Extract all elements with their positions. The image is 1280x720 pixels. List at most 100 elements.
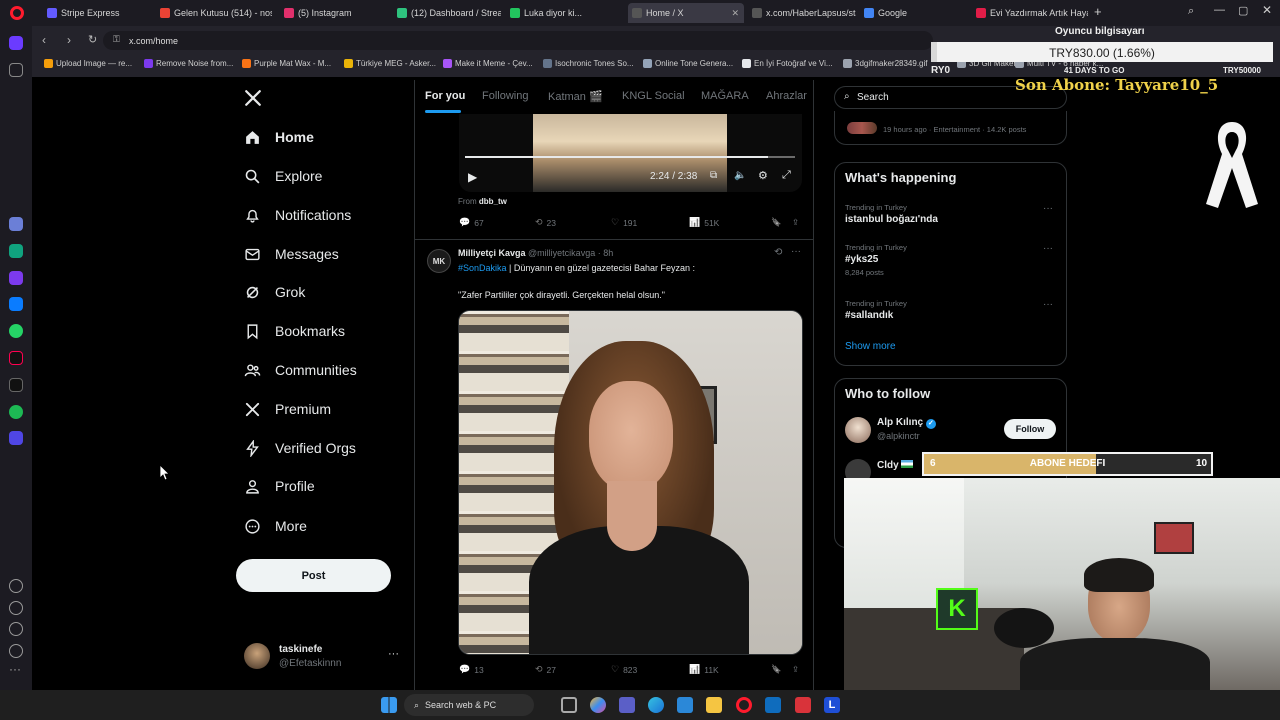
aria-icon[interactable] — [9, 217, 23, 231]
follow-name[interactable]: Cldy — [877, 460, 914, 471]
play-icon[interactable]: ▶ — [468, 170, 477, 184]
browser-tab[interactable]: Home / X ✕ — [628, 3, 744, 23]
search-tabs-icon[interactable]: ⌕ — [1188, 5, 1194, 18]
tweet-media-video[interactable] — [458, 310, 803, 655]
opera-taskbar-icon[interactable] — [736, 697, 752, 713]
feed-tab[interactable]: Katman 🎬 — [548, 90, 603, 103]
reply-button[interactable]: 💬 13 — [459, 664, 484, 675]
tips-icon[interactable] — [9, 644, 23, 658]
home-workspace-icon[interactable] — [9, 36, 23, 50]
trend-more-icon[interactable]: ··· — [1043, 299, 1053, 310]
task-view-icon[interactable] — [561, 697, 577, 713]
x-logo-icon[interactable] — [244, 89, 262, 107]
tweet-more-icon[interactable]: ··· — [791, 246, 801, 257]
browser-tab[interactable]: Evi Yazdırmak Artık Hayal — [972, 3, 1088, 23]
browser-tab[interactable]: Stripe Express — [43, 3, 151, 23]
views-button[interactable]: 📊 51K — [689, 217, 719, 228]
follow-avatar[interactable] — [845, 417, 871, 443]
bookmark-item[interactable]: Remove Noise from... — [144, 59, 233, 68]
like-button[interactable]: ♡ 823 — [611, 664, 637, 675]
nav-item-grok[interactable]: Grok — [244, 277, 305, 307]
bookmark-item[interactable]: Purple Mat Wax - M... — [242, 59, 331, 68]
messenger-icon[interactable] — [9, 297, 23, 311]
trend-more-icon[interactable]: ··· — [1043, 203, 1053, 214]
account-switcher[interactable]: taskinefe @Efetaskinnn ··· — [244, 643, 404, 673]
reply-button[interactable]: 💬 67 — [459, 217, 484, 228]
bookmark-item[interactable]: En İyi Fotoğraf ve Vi... — [742, 59, 833, 68]
bookmark-item[interactable]: Türkiye MEG - Asker... — [344, 59, 436, 68]
windows-start-icon[interactable] — [381, 697, 397, 713]
trend-item[interactable]: Trending in Turkey #sallandık ··· — [845, 299, 1057, 321]
bookmark-item[interactable]: Make it Meme - Çev... — [443, 59, 533, 68]
feed-tab[interactable]: Ahrazlar — [766, 90, 807, 102]
outlook-icon[interactable] — [765, 697, 781, 713]
like-button[interactable]: ♡ 191 — [611, 217, 637, 228]
share-icon[interactable]: ⇪ — [792, 217, 799, 228]
bookmark-item[interactable]: Upload Image — re... — [44, 59, 132, 68]
site-info-icon[interactable]: ⚿ — [113, 34, 120, 45]
opera-logo-icon[interactable] — [10, 6, 24, 20]
settings-gear-icon[interactable]: ⚙ — [758, 169, 768, 182]
back-icon[interactable]: ‹ — [42, 33, 46, 47]
chatgpt-icon[interactable] — [9, 244, 23, 258]
maximize-icon[interactable]: ▢ — [1238, 4, 1248, 17]
app-icon[interactable] — [9, 271, 23, 285]
teams-icon[interactable] — [619, 697, 635, 713]
views-button[interactable]: 📊 11K — [689, 664, 719, 675]
bookmark-item[interactable]: Isochronic Tones So... — [543, 59, 634, 68]
repost-button[interactable]: ⟲ 27 — [535, 664, 556, 675]
account-more-icon[interactable]: ··· — [388, 648, 399, 660]
follow-button[interactable]: Follow — [1004, 419, 1056, 439]
browser-tab[interactable]: Google — [860, 3, 968, 23]
copilot-icon[interactable] — [590, 697, 606, 713]
tweet-author[interactable]: Milliyetçi Kavga — [458, 248, 526, 258]
post-button[interactable]: Post — [236, 559, 391, 592]
from-handle[interactable]: dbb_tw — [479, 197, 507, 206]
feed-tab[interactable]: KNGL Social — [622, 90, 685, 102]
browser-tab[interactable]: (5) Instagram — [280, 3, 386, 23]
settings-icon[interactable] — [9, 622, 23, 636]
trend-item[interactable]: Trending in Turkey #yks25 8,284 posts ··· — [845, 243, 1057, 277]
player-icon[interactable] — [9, 431, 23, 445]
spotify-icon[interactable] — [9, 405, 23, 419]
grok-icon[interactable]: ⟲ — [774, 247, 782, 258]
app-l-icon[interactable]: L — [824, 697, 840, 713]
nav-item-bookmarks[interactable]: Bookmarks — [244, 316, 345, 346]
trend-card-top[interactable]: 19 hours ago · Entertainment · 14.2K pos… — [834, 111, 1067, 145]
trend-more-icon[interactable]: ··· — [1043, 243, 1053, 254]
whatsapp-icon[interactable] — [9, 324, 23, 338]
close-tab-icon[interactable]: ✕ — [726, 8, 744, 19]
nav-item-messages[interactable]: Messages — [244, 239, 339, 269]
feed-tab[interactable]: For you — [425, 90, 465, 102]
close-window-icon[interactable]: ✕ — [1262, 3, 1272, 17]
nav-item-verified-orgs[interactable]: Verified Orgs — [244, 433, 356, 463]
nav-item-premium[interactable]: Premium — [244, 394, 331, 424]
browser-tab[interactable]: x.com/HaberLapsus/statu — [748, 3, 856, 23]
repost-button[interactable]: ⟲ 23 — [535, 217, 556, 228]
captions-icon[interactable]: ⧉ — [710, 170, 717, 181]
browser-tab[interactable]: Gelen Kutusu (514) - nosr — [156, 3, 272, 23]
nav-item-more[interactable]: More — [244, 511, 307, 541]
nav-item-profile[interactable]: Profile — [244, 471, 315, 501]
nav-item-home[interactable]: Home — [244, 122, 314, 152]
new-tab-button[interactable]: + — [1094, 4, 1102, 19]
volume-icon[interactable]: 🔈 — [734, 170, 746, 181]
show-more-link[interactable]: Show more — [845, 341, 896, 352]
reload-icon[interactable]: ↻ — [88, 33, 97, 46]
feed-tab[interactable]: MAĞARA — [701, 90, 749, 102]
history-icon[interactable] — [9, 601, 23, 615]
fullscreen-icon[interactable]: ⤢ — [782, 169, 791, 182]
tweet-avatar[interactable]: MK — [427, 249, 451, 273]
file-explorer-icon[interactable] — [706, 697, 722, 713]
heart-icon[interactable] — [9, 579, 23, 593]
browser-tab[interactable]: Luka diyor ki... — [506, 3, 622, 23]
app-red-icon[interactable] — [795, 697, 811, 713]
tiktok-icon[interactable] — [9, 351, 23, 365]
nav-item-explore[interactable]: Explore — [244, 161, 322, 191]
share-icon[interactable]: ⇪ — [792, 664, 799, 675]
video-player[interactable]: ▶ 2:24 / 2:38 ⧉ 🔈 ⚙ ⤢ — [459, 114, 802, 192]
minimize-icon[interactable]: — — [1214, 4, 1225, 16]
store-icon[interactable] — [677, 697, 693, 713]
sidebar-more-icon[interactable]: ··· — [9, 662, 21, 676]
nav-item-notifications[interactable]: Notifications — [244, 200, 351, 230]
